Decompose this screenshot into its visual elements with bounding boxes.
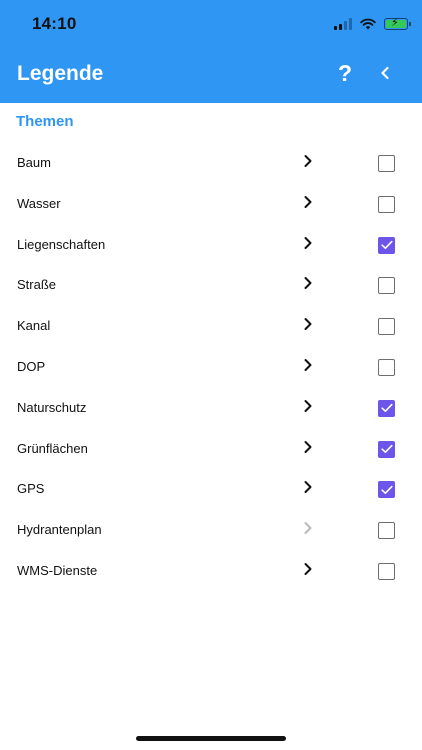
list-item[interactable]: Liegenschaften [0,224,422,265]
list-item[interactable]: Hydrantenplan [0,509,422,550]
list-item-label: Liegenschaften [17,236,106,252]
cellular-signal-icon [334,18,352,30]
chevron-right-icon[interactable] [302,236,314,250]
chevron-left-icon [381,66,389,80]
section-title: Themen [16,113,74,130]
list-item-label: Hydrantenplan [17,522,102,538]
chevron-right-icon[interactable] [302,358,314,372]
checkbox[interactable] [378,481,395,499]
checkmark-icon [380,404,393,413]
checkbox[interactable] [378,399,395,417]
chevron-right-icon[interactable] [302,440,314,454]
battery-charging-icon: ⚡ [384,17,411,30]
page-title: Legende [17,62,104,85]
checkmark-icon [380,444,393,454]
help-button[interactable]: ? [333,60,357,86]
checkbox[interactable] [378,318,395,336]
checkbox[interactable] [378,440,395,458]
app-header: 14:10 ⚡ Legende ? [0,0,422,103]
list-item[interactable]: GPS [0,468,422,509]
list-item-label: WMS-Dienste [17,562,98,578]
list-item[interactable]: Baum [0,142,422,183]
legend-list: Baum Wasser Liegenschaften Straße Kanal DOP Na… [0,142,422,591]
chevron-right-icon[interactable] [302,276,314,290]
chevron-right-icon[interactable] [302,480,314,494]
checkmark-icon [380,485,393,494]
chevron-right-icon[interactable] [302,317,314,331]
list-item[interactable]: DOP [0,346,422,387]
checkbox[interactable] [378,236,395,254]
checkbox[interactable] [378,562,395,580]
question-mark-icon: ? [337,60,353,86]
list-item[interactable]: Straße [0,264,422,305]
checkbox[interactable] [378,522,395,540]
status-icons: ⚡ [334,16,411,32]
wifi-icon [360,18,376,30]
list-item-label: GPS [17,481,45,497]
list-item-label: Straße [17,277,57,293]
list-item-label: DOP [17,358,46,374]
list-item[interactable]: Kanal [0,305,422,346]
checkbox[interactable] [378,358,395,376]
chevron-right-icon[interactable] [302,154,314,168]
checkbox[interactable] [378,277,395,295]
list-item[interactable]: WMS-Dienste [0,550,422,591]
list-item-label: Kanal [17,318,51,334]
chevron-right-icon[interactable] [302,399,314,413]
checkbox[interactable] [378,155,395,172]
back-button[interactable] [375,62,395,84]
checkmark-icon [380,240,393,250]
list-item-label: Wasser [17,195,61,211]
chevron-right-icon[interactable] [302,521,314,535]
list-item-label: Baum [17,155,51,170]
list-item-label: Naturschutz [17,399,87,415]
checkbox[interactable] [378,195,395,213]
list-item[interactable]: Grünflächen [0,428,422,469]
status-time: 14:10 [32,14,77,33]
chevron-right-icon[interactable] [302,562,314,576]
home-indicator [136,736,286,741]
list-item[interactable]: Naturschutz [0,387,422,428]
list-item-label: Grünflächen [17,440,88,456]
chevron-right-icon[interactable] [302,195,314,209]
list-item[interactable]: Wasser [0,183,422,224]
